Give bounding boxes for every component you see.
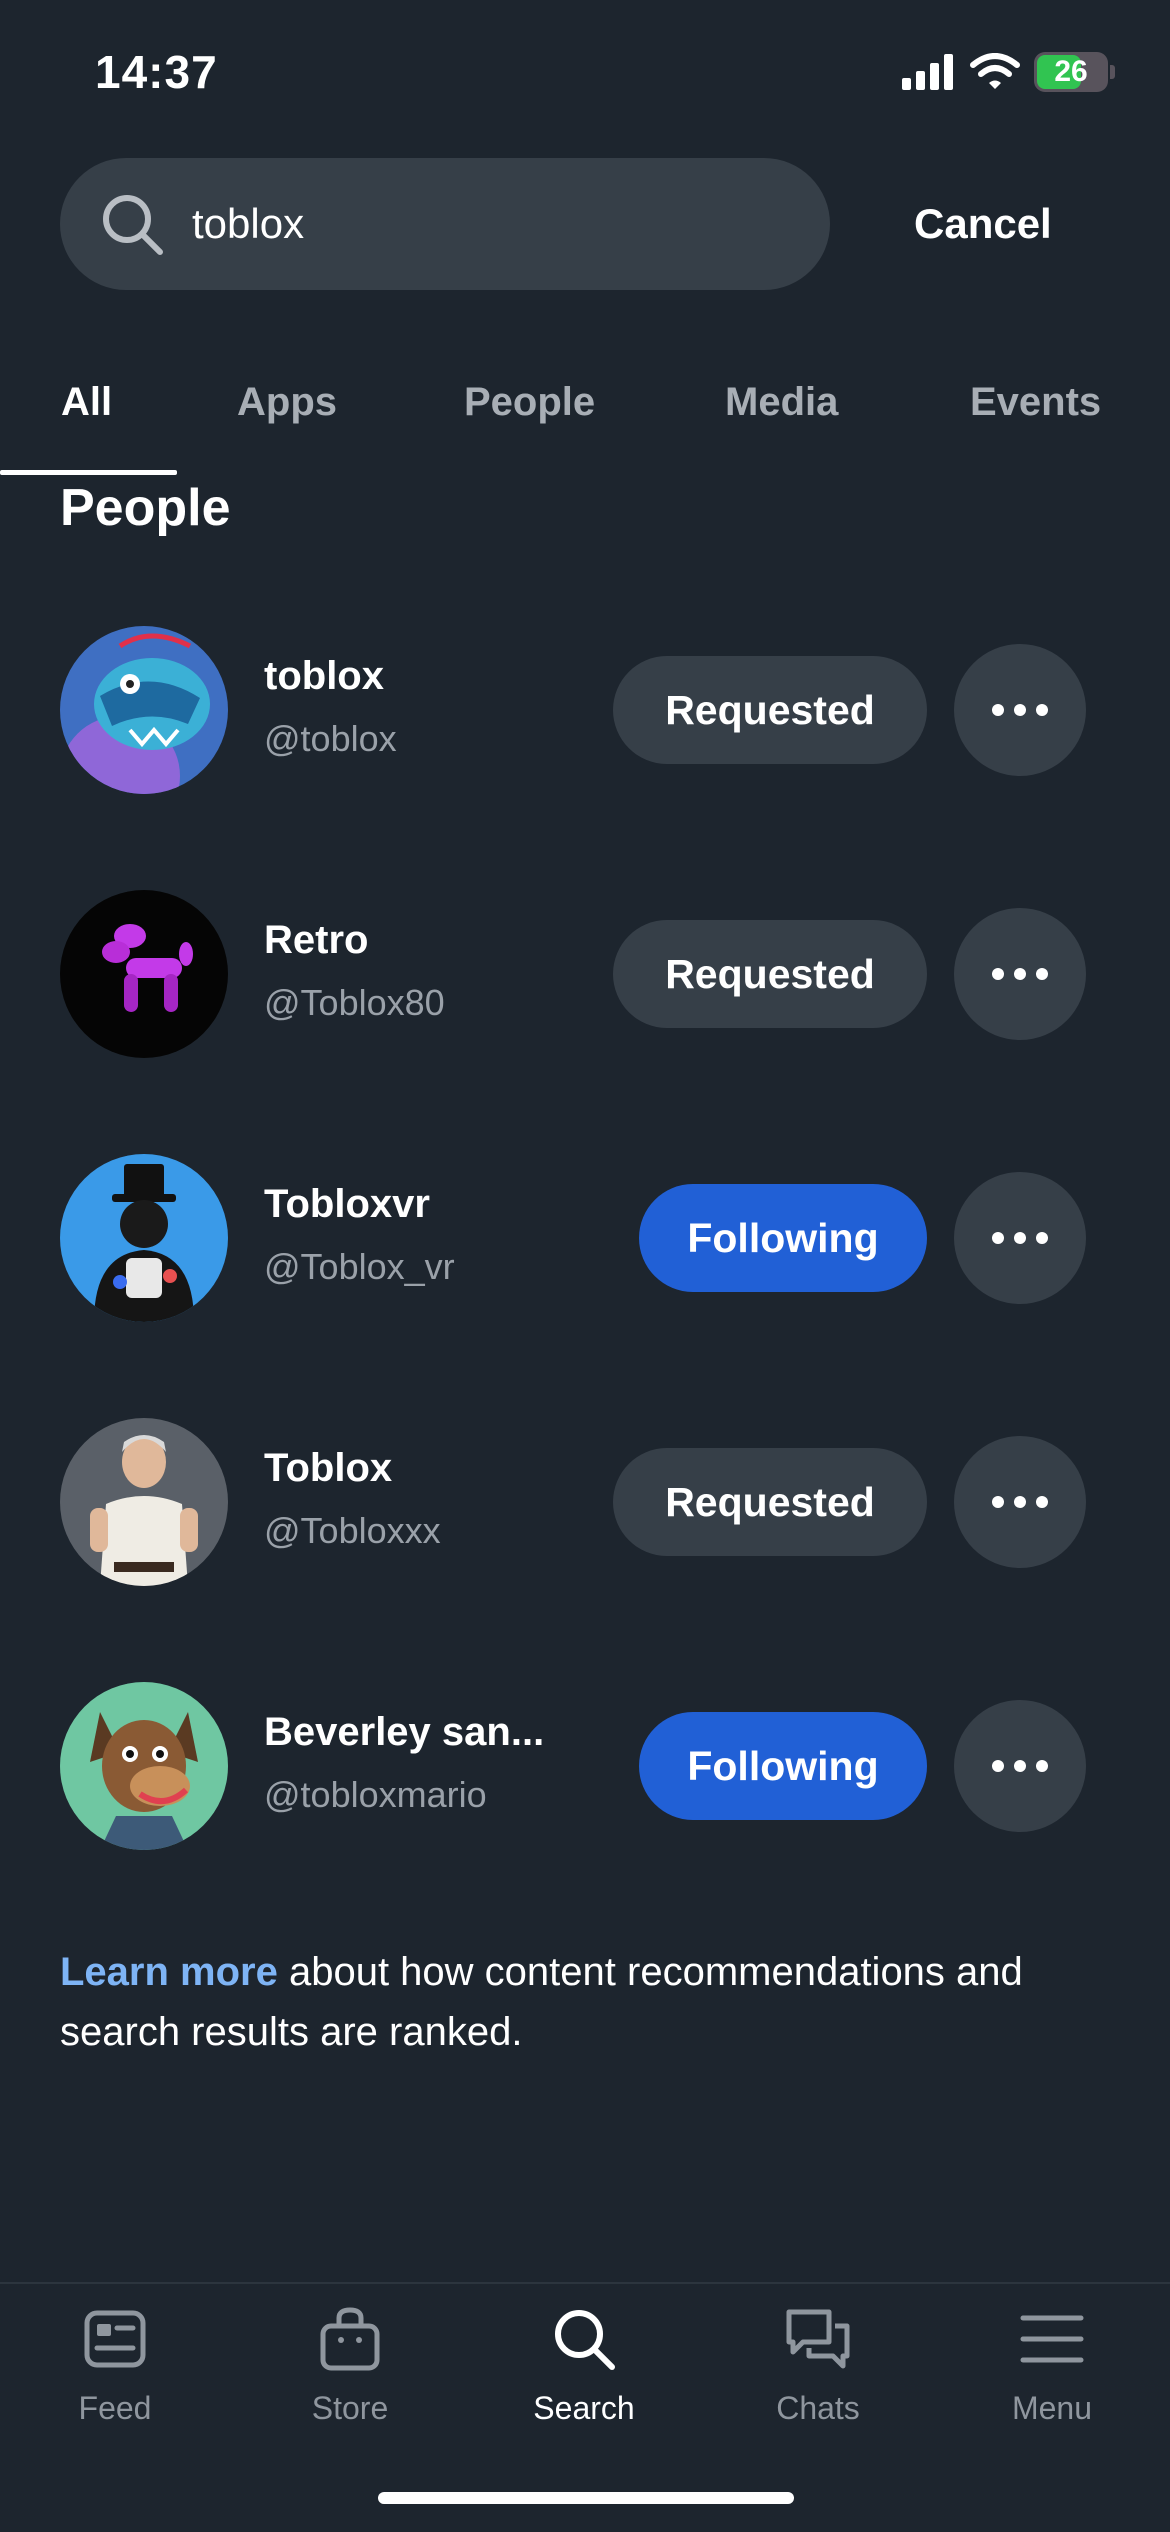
avatar-cartoon-dog-image	[60, 1682, 228, 1850]
more-dots-icon	[992, 704, 1048, 716]
more-options-button[interactable]	[954, 1172, 1086, 1304]
battery-tip	[1110, 65, 1115, 79]
person-handle: @Toblox_vr	[264, 1246, 455, 1287]
battery-icon: 26	[1034, 52, 1108, 92]
tab-apps[interactable]: Apps	[237, 380, 337, 425]
more-options-button[interactable]	[954, 1436, 1086, 1568]
battery-indicator: 26	[1034, 52, 1115, 92]
nav-feed[interactable]: Feed	[15, 2304, 215, 2444]
more-options-button[interactable]	[954, 908, 1086, 1040]
avatar-balloon-dog-image	[60, 890, 228, 1058]
tab-events[interactable]: Events	[970, 380, 1101, 425]
following-button[interactable]: Following	[639, 1184, 927, 1292]
filter-tabs: All Apps People Media Events	[0, 380, 1170, 480]
learn-more-link[interactable]: Learn more	[60, 1950, 278, 1994]
avatar[interactable]	[60, 626, 228, 794]
active-tab-indicator	[0, 470, 177, 475]
avatar[interactable]	[60, 1418, 228, 1586]
nav-store[interactable]: Store	[250, 2304, 450, 2444]
person-row[interactable]: Retro @Toblox80 Requested	[0, 890, 1170, 1060]
person-row[interactable]: toblox @toblox Requested	[0, 626, 1170, 796]
more-dots-icon	[992, 1760, 1048, 1772]
status-bar: 14:37 26	[0, 0, 1170, 150]
person-name: Beverley san...	[264, 1710, 545, 1754]
person-name: Toblox	[264, 1446, 393, 1490]
chat-bubbles-icon	[786, 2309, 850, 2369]
more-dots-icon	[992, 1496, 1048, 1508]
following-button[interactable]: Following	[639, 1712, 927, 1820]
nav-label: Feed	[78, 2390, 152, 2426]
search-icon	[555, 2310, 615, 2370]
status-time: 14:37	[95, 46, 218, 98]
search-results-screen: 14:37 26 toblox Cancel All Apps People M…	[0, 0, 1170, 2532]
more-dots-icon	[992, 968, 1048, 980]
wifi-icon	[970, 53, 1020, 89]
person-handle: @Toblox80	[264, 982, 445, 1023]
avatar[interactable]	[60, 890, 228, 1058]
nav-label: Store	[311, 2390, 389, 2426]
feed-icon	[84, 2310, 146, 2368]
more-options-button[interactable]	[954, 1700, 1086, 1832]
nav-label: Menu	[1011, 2390, 1093, 2426]
person-name: Tobloxvr	[264, 1182, 430, 1226]
nav-label: Chats	[776, 2390, 860, 2426]
search-icon	[103, 195, 163, 255]
tab-media[interactable]: Media	[725, 380, 838, 425]
person-handle: @tobloxmario	[264, 1774, 487, 1815]
more-options-button[interactable]	[954, 644, 1086, 776]
person-row[interactable]: Tobloxvr @Toblox_vr Following	[0, 1154, 1170, 1324]
avatar-monster-image	[60, 626, 228, 794]
avatar-top-hat-figure-image	[60, 1154, 228, 1322]
requested-button[interactable]: Requested	[613, 1448, 927, 1556]
tab-all[interactable]: All	[61, 380, 112, 425]
person-row[interactable]: Toblox @Tobloxxx Requested	[0, 1418, 1170, 1588]
search-input[interactable]	[192, 194, 792, 254]
ranking-footnote: Learn more about how content recommendat…	[60, 1942, 1120, 2062]
store-bag-icon	[320, 2307, 380, 2371]
cellular-signal-icon	[902, 54, 953, 90]
requested-button[interactable]: Requested	[613, 920, 927, 1028]
nav-menu[interactable]: Menu	[952, 2304, 1152, 2444]
avatar[interactable]	[60, 1154, 228, 1322]
person-name: Retro	[264, 918, 369, 962]
person-row[interactable]: Beverley san... @tobloxmario Following	[0, 1682, 1170, 1852]
nav-label: Search	[533, 2390, 635, 2426]
nav-chats[interactable]: Chats	[718, 2304, 918, 2444]
avatar[interactable]	[60, 1682, 228, 1850]
hamburger-menu-icon	[1020, 2315, 1084, 2363]
person-handle: @Tobloxxx	[264, 1510, 441, 1551]
tab-people[interactable]: People	[464, 380, 595, 425]
search-field[interactable]	[60, 158, 830, 290]
status-icons: 26	[902, 52, 1115, 92]
requested-button[interactable]: Requested	[613, 656, 927, 764]
avatar-cartoon-man-image	[60, 1418, 228, 1586]
person-name: toblox	[264, 654, 384, 698]
nav-search[interactable]: Search	[484, 2304, 684, 2444]
section-title: People	[60, 479, 231, 537]
battery-percent: 26	[1054, 55, 1088, 88]
more-dots-icon	[992, 1232, 1048, 1244]
person-handle: @toblox	[264, 718, 397, 759]
cancel-button[interactable]: Cancel	[914, 200, 1052, 248]
home-indicator[interactable]	[378, 2492, 794, 2504]
